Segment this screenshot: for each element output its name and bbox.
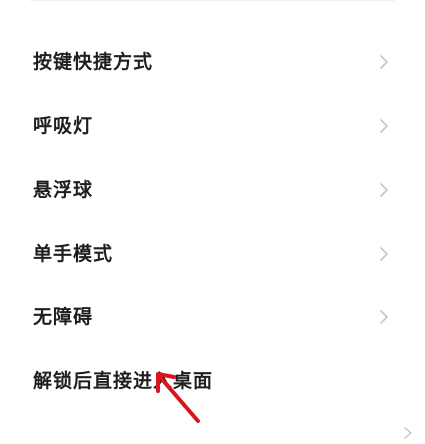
chevron-right-icon (376, 118, 392, 134)
chevron-right-icon (376, 182, 392, 198)
settings-item-label: 无障碍 (33, 306, 94, 328)
settings-item-breathing-light[interactable]: 呼吸灯 (0, 106, 425, 146)
settings-item-one-handed-mode[interactable]: 单手模式 (0, 234, 425, 274)
settings-item-key-shortcut[interactable]: 按键快捷方式 (0, 42, 425, 82)
settings-item-accessibility[interactable]: 无障碍 (0, 297, 425, 337)
annotation-arrow-icon (150, 365, 205, 427)
settings-item-label: 按键快捷方式 (33, 51, 154, 73)
settings-item-label: 单手模式 (33, 243, 114, 265)
settings-item-unlock-to-desktop[interactable]: 解锁后直接进入桌面 (0, 361, 425, 401)
settings-list: 按键快捷方式 呼吸灯 悬浮球 单手模式 无障碍 解锁后直接进入桌面 (0, 0, 425, 444)
chevron-right-icon (401, 426, 415, 440)
settings-item-label: 悬浮球 (33, 179, 94, 201)
chevron-right-icon (376, 54, 392, 70)
settings-item-floating-ball[interactable]: 悬浮球 (0, 170, 425, 210)
chevron-right-icon (376, 309, 392, 325)
settings-item-label: 呼吸灯 (33, 115, 94, 137)
chevron-right-icon (376, 246, 392, 262)
